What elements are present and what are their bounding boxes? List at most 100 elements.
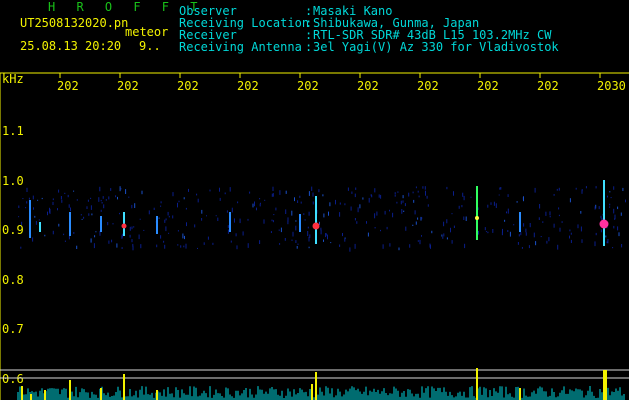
noise-speck [178,200,180,203]
noise-speck [523,196,524,202]
noise-speck [197,198,199,203]
noise-speck [38,219,40,221]
noise-speck [153,207,155,210]
noise-speck [98,197,100,202]
noise-speck [111,239,113,243]
noise-speck [484,227,486,231]
noise-speck [414,210,416,215]
noise-speck [52,201,54,205]
noise-speck [594,206,596,210]
noise-speck [533,232,535,238]
noise-speck [427,204,429,207]
noise-speck [172,192,174,197]
noise-speck [580,226,582,232]
noise-speck [297,200,299,203]
noise-speck [309,234,311,238]
noise-speck [57,208,58,211]
noise-speck [581,239,583,243]
noise-speck [52,198,54,201]
noise-speck [517,242,519,245]
noise-speck [263,219,265,224]
noise-speck [446,219,448,224]
noise-speck [217,217,219,221]
meteor-echo-hotspot [599,219,609,229]
noise-speck [450,227,451,233]
noise-speck [279,243,281,245]
noise-speck [259,203,261,207]
noise-speck [35,221,37,225]
noise-speck [186,222,187,227]
noise-speck [355,187,357,190]
noise-speck [291,210,293,216]
noise-speck [446,186,448,190]
noise-speck [143,229,145,231]
noise-speck [328,211,329,216]
noise-speck [359,204,361,209]
noise-speck [270,231,272,233]
noise-speck [318,189,320,193]
noise-speck [58,223,60,227]
noise-speck [252,203,254,208]
noise-speck [548,237,550,242]
noise-speck [63,233,65,236]
noise-speck [91,213,93,216]
noise-speck [538,217,540,220]
noise-speck [487,204,489,208]
noise-speck [419,239,421,245]
noise-speck [141,190,143,195]
noise-speck [600,215,602,219]
noise-speck [64,192,66,194]
noise-speck [350,206,352,211]
noise-speck [197,247,198,249]
noise-speck [295,225,297,231]
noise-speck [453,225,455,228]
noise-speck [478,230,479,235]
noise-speck [569,198,571,203]
noise-speck [168,215,170,218]
noise-speck [470,196,472,198]
noise-speck [254,201,255,207]
noise-speck [180,245,182,248]
noise-speck [570,232,572,235]
noise-speck [138,234,140,240]
noise-speck [322,194,324,197]
noise-speck [319,221,320,225]
noise-speck [234,218,235,223]
noise-speck [610,197,612,199]
noise-speck [64,240,66,242]
noise-speck [284,238,286,241]
noise-speck [622,187,624,191]
noise-speck [446,237,448,240]
noise-speck [20,246,22,249]
noise-speck [424,186,426,190]
noise-speck [103,204,105,209]
noise-speck [156,244,158,248]
noise-speck [344,203,346,206]
noise-speck [25,207,27,209]
noise-speck [415,186,417,189]
noise-speck [500,187,502,190]
noise-speck [575,187,577,190]
noise-speck [61,199,63,203]
noise-speck [595,186,597,189]
noise-speck [295,240,297,243]
noise-speck [421,217,423,220]
noise-speck [164,244,166,249]
noise-speck [620,212,622,216]
noise-speck [556,188,558,191]
noise-speck [451,213,453,215]
noise-speck [323,213,325,218]
noise-speck [525,228,527,233]
noise-speck [28,197,30,200]
noise-speck [182,233,184,239]
noise-speck [426,195,428,199]
noise-speck [307,226,309,229]
noise-speck [44,234,46,237]
spectrogram-plot [0,72,629,400]
noise-speck [105,199,107,201]
noise-speck [402,195,404,199]
noise-speck [558,187,560,191]
noise-speck [557,244,559,250]
noise-speck [34,215,36,218]
noise-speck [140,244,142,249]
